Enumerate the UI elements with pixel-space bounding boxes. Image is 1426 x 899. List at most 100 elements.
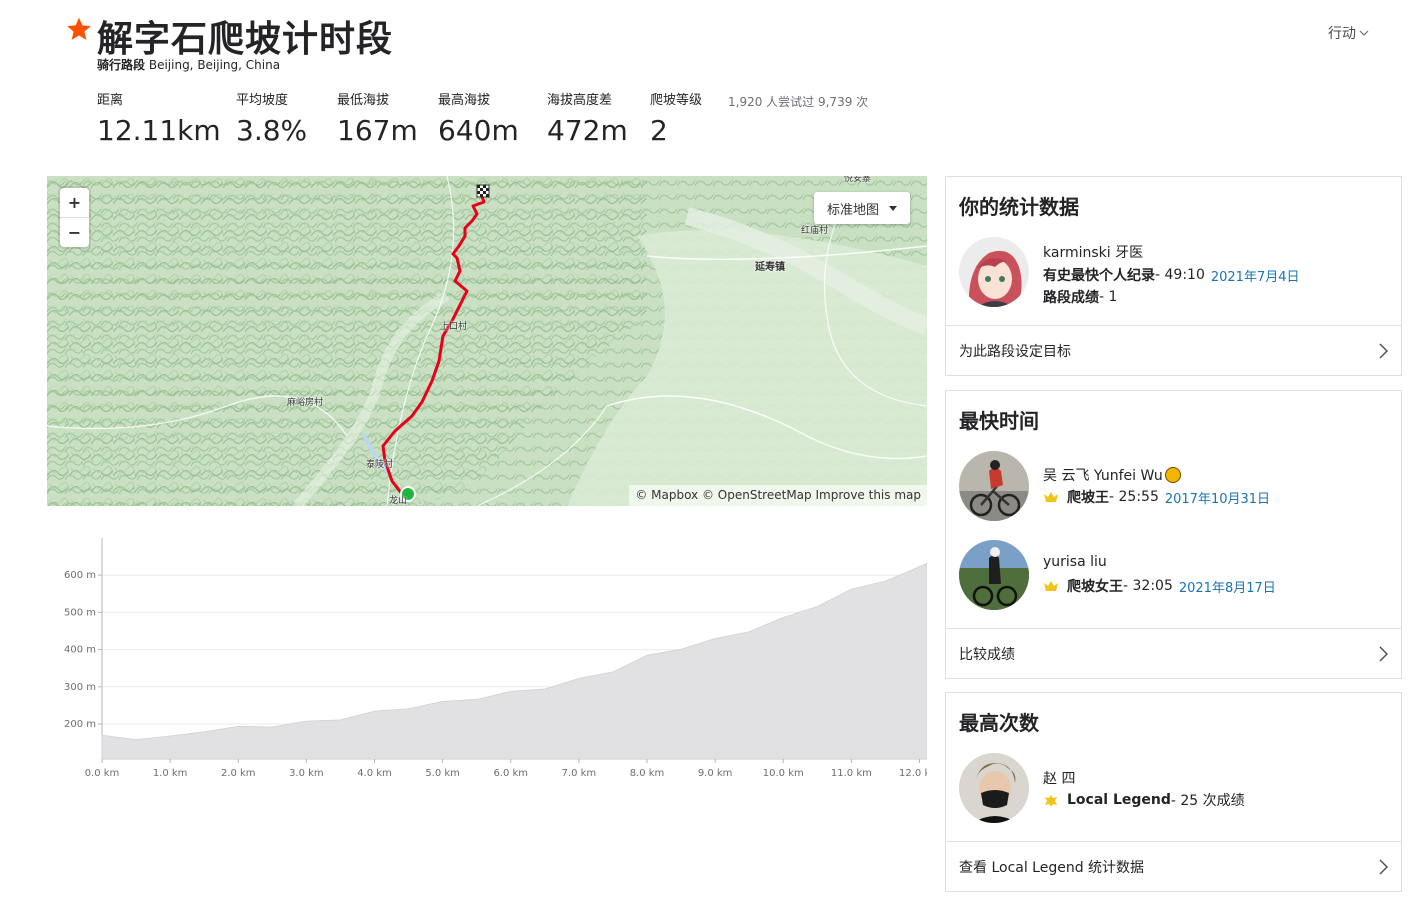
- footer-label: 比较成绩: [959, 646, 1015, 663]
- zoom-control: + −: [60, 188, 89, 247]
- qom-date-link[interactable]: 2021年8月17日: [1179, 577, 1276, 596]
- pr-date-link[interactable]: 2021年7月4日: [1211, 266, 1300, 285]
- place-label: 悦安寨: [844, 176, 872, 184]
- avatar[interactable]: [959, 753, 1029, 823]
- place-label: 泰陵村: [366, 460, 394, 470]
- mapbox-attribution-link[interactable]: © Mapbox: [635, 488, 698, 502]
- avatar[interactable]: [959, 540, 1029, 610]
- osm-attribution-link[interactable]: © OpenStreetMap: [702, 488, 812, 502]
- crown-icon: [1044, 581, 1058, 591]
- stat-label: 海拔高度差: [547, 93, 613, 108]
- emoji-icon: [1164, 467, 1181, 483]
- elevation-profile-area: [101, 562, 927, 760]
- y-tick-label: 200 m: [64, 719, 96, 730]
- local-legend-athlete-link[interactable]: 赵 四: [1043, 768, 1075, 788]
- x-tick-label: 7.0 km: [562, 768, 597, 779]
- improve-map-link[interactable]: Improve this map: [815, 488, 921, 502]
- fastest-times-card: 最快时间 吴 云飞 Yunfei Wu 爬坡王 - 25:55 2017年10月…: [945, 390, 1402, 679]
- x-tick-label: 0.0 km: [85, 768, 120, 779]
- stat-value: 12.11km: [97, 114, 221, 147]
- stat-label: 平均坡度: [236, 93, 289, 108]
- x-tick-label: 5.0 km: [425, 768, 460, 779]
- segment-efforts: 路段成绩 - 1: [1043, 287, 1117, 307]
- x-tick-label: 9.0 km: [698, 768, 733, 779]
- map-attribution: © Mapbox © OpenStreetMap Improve this ma…: [629, 485, 927, 506]
- qom-badge: 爬坡女王: [1067, 579, 1123, 595]
- elevation-chart[interactable]: 200 m 300 m 400 m 500 m 600 m 0.0 km 1.0 km 2.0…: [47, 530, 927, 790]
- local-legend-stats-link[interactable]: 查看 Local Legend 统计数据: [946, 841, 1401, 891]
- stat-label: 距离: [97, 93, 124, 108]
- page-title: 解字石爬坡计时段: [97, 19, 394, 60]
- your-stats-card: 你的统计数据 karminski 牙医 有史最快个人纪录 - 49:10 202…: [945, 176, 1402, 376]
- footer-label: 查看 Local Legend 统计数据: [959, 859, 1145, 876]
- stat-distance: 距离 12.11km: [97, 93, 236, 147]
- x-tick-label: 12.0 km: [899, 768, 927, 779]
- chevron-right-icon: [1379, 646, 1388, 661]
- actions-label: 行动: [1328, 26, 1356, 42]
- finish-flag-icon: [476, 184, 490, 198]
- kom-badge: 爬坡王: [1067, 490, 1109, 506]
- efforts-label: 路段成绩: [1043, 290, 1099, 306]
- place-label: 红庙村: [801, 226, 829, 236]
- attempts-count: 1,920 人尝试过 9,739 次: [728, 95, 869, 109]
- y-tick-label: 300 m: [64, 682, 96, 693]
- star-icon[interactable]: [66, 16, 92, 42]
- y-tick-label: 600 m: [64, 570, 96, 581]
- kom-time: - 25:55: [1109, 489, 1159, 505]
- local-legend-count: - 25 次成绩: [1170, 793, 1245, 809]
- terrain-background: [47, 176, 927, 506]
- stat-label: 最高海拔: [438, 93, 491, 108]
- place-label: 延寿镇: [755, 262, 785, 273]
- segment-stats: 距离 12.11km 平均坡度 3.8% 最低海拔 167m 最高海拔 640m…: [97, 93, 720, 147]
- chevron-right-icon: [1379, 343, 1388, 358]
- stat-climb-category: 爬坡等级 2: [650, 93, 720, 147]
- stat-avg-grade: 平均坡度 3.8%: [236, 93, 337, 147]
- x-tick-label: 11.0 km: [831, 768, 872, 779]
- athlete-name-link[interactable]: karminski 牙医: [1043, 242, 1143, 262]
- card-title: 你的统计数据: [959, 195, 1079, 219]
- qom-athlete-link[interactable]: yurisa liu: [1043, 554, 1107, 570]
- stat-label: 最低海拔: [337, 93, 390, 108]
- actions-menu-button[interactable]: 行动: [1328, 23, 1369, 43]
- caret-down-icon: [889, 205, 897, 211]
- pr-label: 有史最快个人纪录: [1043, 268, 1155, 284]
- chevron-down-icon: [1359, 30, 1369, 36]
- segment-map[interactable]: 延寿镇 红庙村 上口村 麻峪房村 泰陵村 龙山 悦安寨 + − 标准地图 © M…: [47, 176, 927, 506]
- place-label: 龙山: [389, 496, 408, 506]
- local-legend-badge: Local Legend: [1067, 792, 1171, 808]
- segment-location: Beijing, Beijing, China: [148, 58, 281, 72]
- stat-value: 167m: [337, 114, 418, 147]
- kom-record: 爬坡王 - 25:55 2017年10月31日: [1043, 487, 1270, 507]
- kom-date-link[interactable]: 2017年10月31日: [1165, 488, 1270, 507]
- set-goal-link[interactable]: 为此路段设定目标: [946, 325, 1401, 375]
- kom-athlete-link[interactable]: 吴 云飞 Yunfei Wu: [1043, 465, 1181, 485]
- qom-time: - 32:05: [1123, 578, 1173, 594]
- chevron-right-icon: [1379, 859, 1388, 874]
- map-type-label: 标准地图: [826, 202, 879, 218]
- card-title: 最高次数: [959, 711, 1039, 735]
- stat-lowest-elev: 最低海拔 167m: [337, 93, 438, 147]
- stat-label: 爬坡等级: [650, 93, 703, 108]
- segment-type: 骑行路段: [97, 58, 146, 72]
- map-type-dropdown[interactable]: 标准地图: [814, 192, 910, 224]
- footer-label: 为此路段设定目标: [959, 343, 1071, 360]
- x-tick-label: 4.0 km: [357, 768, 392, 779]
- x-tick-label: 2.0 km: [221, 768, 256, 779]
- personal-record: 有史最快个人纪录 - 49:10 2021年7月4日: [1043, 265, 1300, 285]
- place-label: 上口村: [440, 322, 468, 332]
- stat-value: 472m: [547, 114, 628, 147]
- stat-elev-difference: 海拔高度差 472m: [547, 93, 650, 147]
- y-tick-label: 400 m: [64, 645, 96, 656]
- stat-value: 3.8%: [236, 114, 308, 147]
- zoom-in-button[interactable]: +: [60, 188, 89, 217]
- zoom-out-button[interactable]: −: [60, 217, 89, 246]
- avatar[interactable]: [959, 237, 1029, 307]
- compare-efforts-link[interactable]: 比较成绩: [946, 628, 1401, 678]
- place-label: 麻峪房村: [287, 398, 324, 408]
- card-title: 最快时间: [959, 409, 1039, 433]
- y-tick-label: 500 m: [64, 607, 96, 618]
- stat-value: 640m: [438, 114, 519, 147]
- kom-athlete-name: 吴 云飞 Yunfei Wu: [1043, 468, 1163, 484]
- avatar[interactable]: [959, 451, 1029, 521]
- most-efforts-card: 最高次数 赵 四 Local Legend - 25 次成绩 查看 Local …: [945, 692, 1402, 892]
